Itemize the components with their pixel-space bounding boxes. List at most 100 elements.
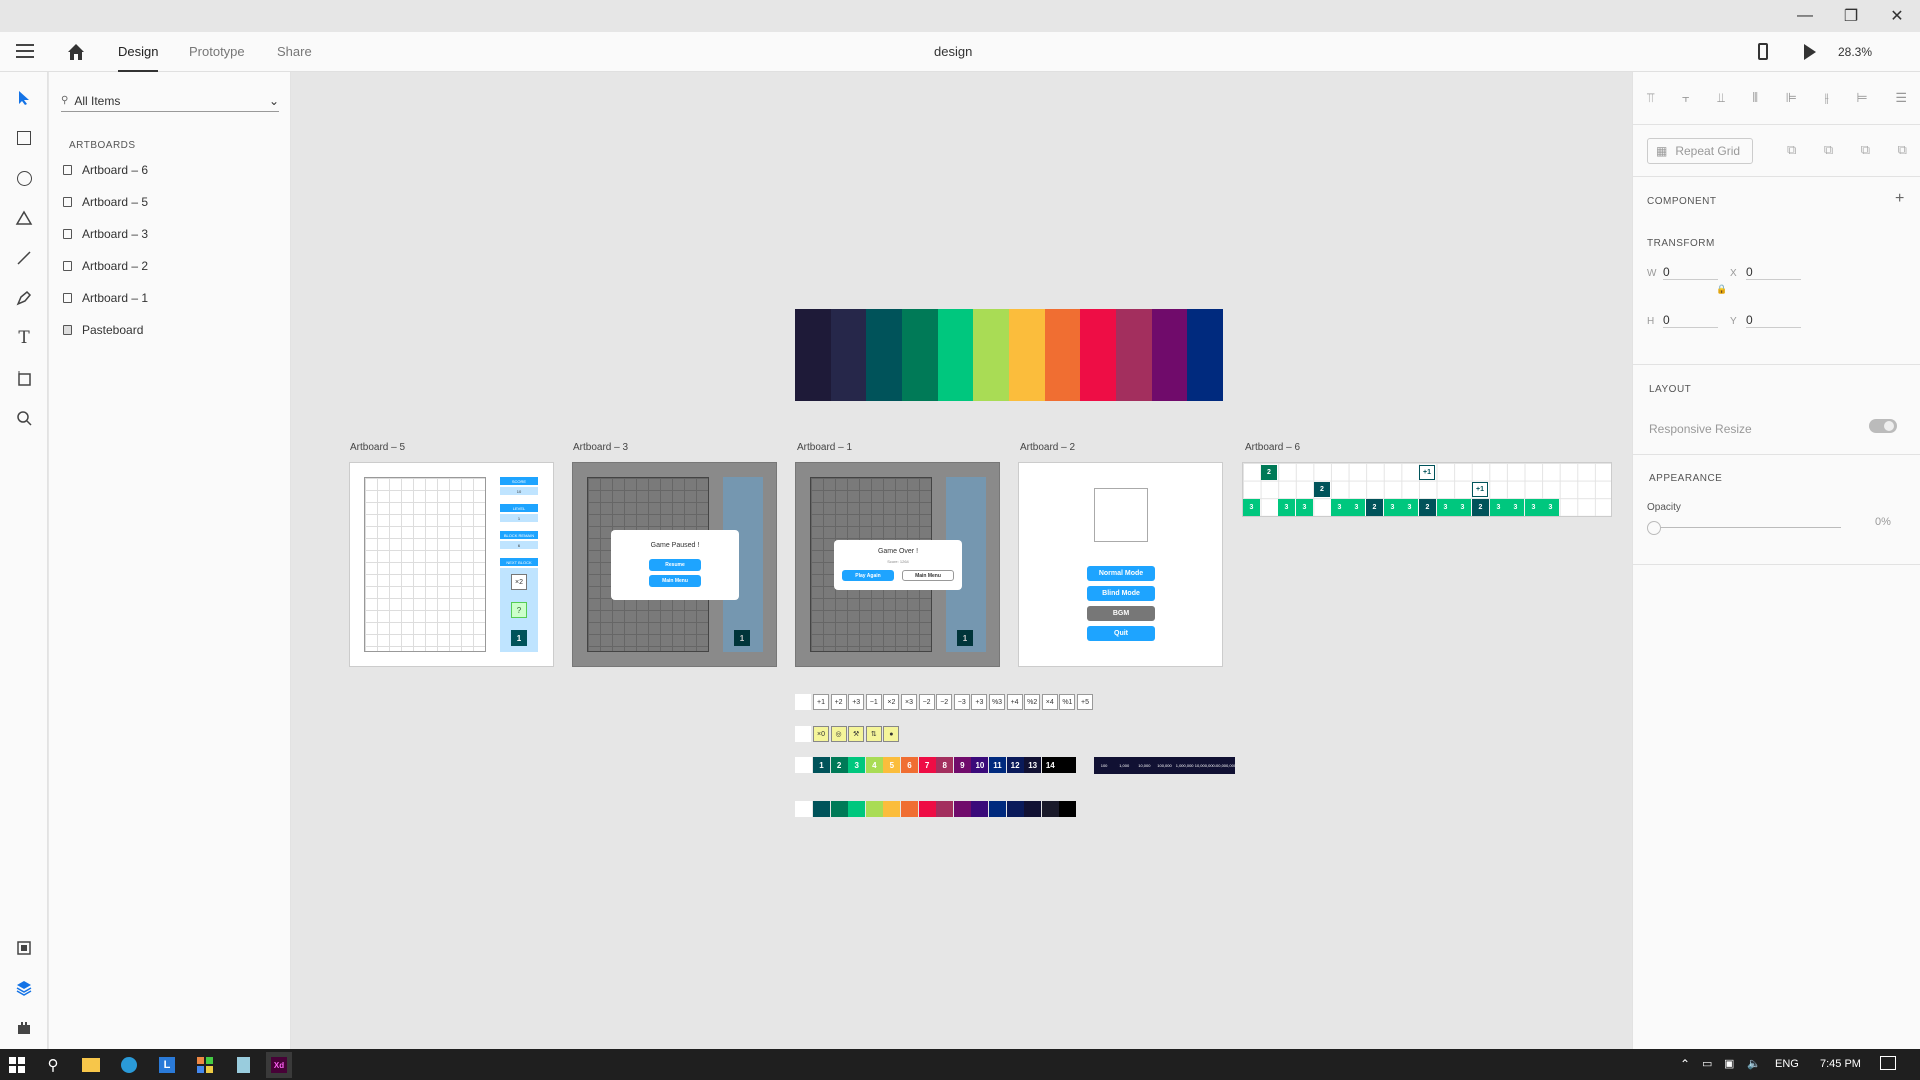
tray-chevron-icon[interactable]: ⌃ (1680, 1057, 1690, 1071)
score-tile[interactable]: 10,000 (1134, 757, 1154, 774)
palette-swatch[interactable] (1116, 309, 1152, 401)
clock[interactable]: 7:45 PM (1820, 1058, 1861, 1070)
minimize-button[interactable]: — (1782, 0, 1828, 32)
restore-button[interactable]: ❐ (1828, 0, 1874, 32)
color-tile[interactable] (830, 801, 848, 817)
bomb-tile[interactable]: ⚒ (848, 726, 865, 742)
color-tile[interactable] (989, 801, 1006, 817)
layers-icon[interactable] (12, 976, 36, 1000)
edge-browser-icon[interactable] (116, 1052, 142, 1078)
palette-swatch[interactable] (1151, 309, 1188, 401)
op-tile[interactable]: ×3 (901, 694, 917, 710)
polygon-tool-icon[interactable] (12, 206, 36, 230)
color-tile[interactable] (1041, 801, 1059, 817)
layer-item[interactable]: Artboard – 3 (63, 224, 148, 244)
color-tile[interactable] (1006, 801, 1024, 817)
palette-swatch[interactable] (937, 309, 974, 401)
number-tile[interactable]: 6 (901, 757, 918, 773)
op-tile[interactable]: +3 (848, 694, 865, 710)
color-tile[interactable] (953, 801, 971, 817)
union-icon[interactable]: ⧉ (1787, 142, 1796, 160)
layer-item[interactable]: Artboard – 5 (63, 192, 148, 212)
op-tile[interactable]: −1 (865, 694, 882, 710)
dot-tile[interactable]: ● (883, 726, 900, 742)
color-tile[interactable] (813, 801, 830, 817)
artboard-6[interactable]: 2 2 +1 +1 3333323323323333 (1242, 462, 1612, 517)
color-tile[interactable] (936, 801, 954, 817)
op-tile[interactable]: +3 (971, 694, 988, 710)
up-tile[interactable]: ⇅ (865, 726, 882, 742)
resume-button[interactable]: Resume (649, 559, 701, 571)
op-tile[interactable]: ×2 (883, 694, 900, 710)
home-icon[interactable] (66, 42, 86, 62)
color-tile[interactable] (918, 801, 936, 817)
score-tile[interactable]: 10,000,000 (1195, 757, 1215, 774)
select-tool-icon[interactable] (12, 86, 36, 110)
number-tile[interactable]: 2 (830, 757, 848, 773)
op-tile[interactable]: %3 (989, 694, 1005, 710)
number-tile[interactable]: 10 (971, 757, 989, 773)
number-tile[interactable] (1059, 757, 1077, 773)
align-top-icon[interactable]: ⫪ (1647, 90, 1654, 110)
pen-tool-icon[interactable] (12, 286, 36, 310)
number-tile[interactable]: 3 (848, 757, 866, 773)
layer-item[interactable]: Artboard – 1 (63, 288, 148, 308)
palette-swatch[interactable] (866, 309, 903, 401)
quit-button[interactable]: Quit (1087, 626, 1155, 641)
color-tile[interactable] (971, 801, 989, 817)
color-tile[interactable] (848, 801, 866, 817)
add-component-icon[interactable]: + (1895, 190, 1904, 208)
number-tile[interactable]: 5 (883, 757, 901, 773)
h-input[interactable]: 0 (1663, 313, 1718, 328)
align-center-icon[interactable]: ⫲ (1825, 90, 1829, 110)
windows-start-icon[interactable] (4, 1052, 30, 1078)
tab-design[interactable]: Design (118, 32, 159, 72)
color-tile[interactable] (865, 801, 883, 817)
op-tile[interactable]: −2 (918, 694, 935, 710)
score-tile[interactable]: 1,000,000 (1175, 757, 1195, 774)
palette-swatch[interactable] (1009, 309, 1045, 401)
number-tile[interactable]: 8 (936, 757, 954, 773)
number-tile[interactable]: 7 (918, 757, 936, 773)
artboard-label[interactable]: Artboard – 5 (350, 442, 405, 453)
palette-swatch[interactable] (973, 309, 1010, 401)
palette-swatch[interactable] (795, 309, 831, 401)
y-input[interactable]: 0 (1746, 313, 1801, 328)
number-tile[interactable]: 11 (989, 757, 1006, 773)
canvas[interactable]: Artboard – 5 SCORE 10 LEVEL 1 BLOCK REMA… (292, 72, 1632, 1049)
exclude-icon[interactable]: ⧉ (1898, 142, 1907, 160)
intersect-icon[interactable]: ⧉ (1861, 142, 1870, 160)
bgm-button[interactable]: BGM (1087, 606, 1155, 621)
op-tile[interactable]: +2 (830, 694, 847, 710)
artboard-1[interactable]: 1 Game Over ! Score: 1264 Play Again Mai… (795, 462, 1000, 667)
op-tile[interactable]: +5 (1077, 694, 1093, 710)
assets-icon[interactable] (12, 936, 36, 960)
color-tiles[interactable] (795, 801, 1077, 818)
normal-mode-button[interactable]: Normal Mode (1087, 566, 1155, 581)
blank-tile[interactable] (795, 694, 811, 710)
score-tile[interactable]: 100,000 (1154, 757, 1174, 774)
main-menu-button[interactable]: Main Menu (649, 575, 701, 587)
color-tile[interactable] (883, 801, 901, 817)
chevron-down-icon[interactable]: ⌄ (269, 94, 279, 108)
distribute-v-icon[interactable]: ⦀ (1752, 90, 1758, 110)
layers-search[interactable]: ⚲ All Items ⌄ (61, 90, 279, 112)
line-tool-icon[interactable] (12, 246, 36, 270)
number-tile[interactable]: 1 (813, 757, 830, 773)
tab-share[interactable]: Share (277, 32, 312, 72)
artboard-label[interactable]: Artboard – 6 (1245, 442, 1300, 453)
number-tile[interactable]: 9 (953, 757, 971, 773)
notepad-icon[interactable] (230, 1052, 256, 1078)
opacity-slider[interactable] (1655, 527, 1841, 528)
op-tile[interactable]: −3 (953, 694, 970, 710)
number-tile[interactable]: 13 (1024, 757, 1042, 773)
layer-item[interactable]: Pasteboard (63, 320, 143, 340)
tab-prototype[interactable]: Prototype (189, 32, 245, 72)
number-tile[interactable]: 14 (1041, 757, 1059, 773)
number-tiles[interactable]: 1 2 3 4 5 6 7 8 9 10 11 12 13 14 (795, 757, 1077, 774)
language-indicator[interactable]: ENG (1775, 1058, 1799, 1070)
ellipse-tool-icon[interactable] (12, 166, 36, 190)
palette-swatch[interactable] (1187, 309, 1224, 401)
hamburger-menu-icon[interactable] (16, 44, 34, 60)
distribute-h-icon[interactable]: ☰ (1895, 90, 1907, 110)
